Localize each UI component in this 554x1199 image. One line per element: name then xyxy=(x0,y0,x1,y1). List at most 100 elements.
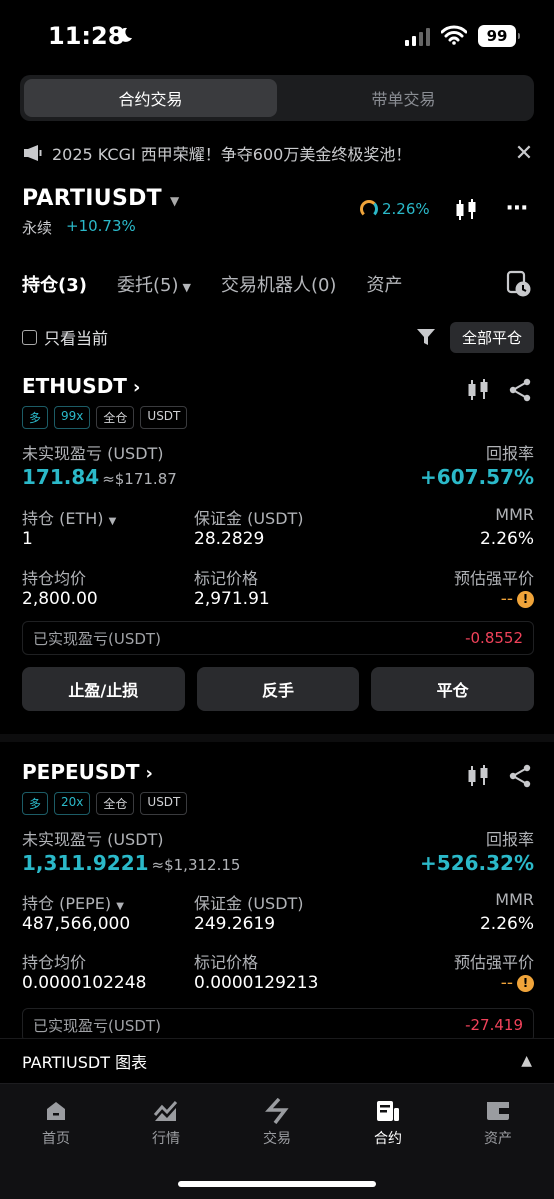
history-icon[interactable] xyxy=(506,270,532,298)
caret-up-icon[interactable]: ▲ xyxy=(521,1053,532,1069)
margin-ratio[interactable]: 2.26% xyxy=(382,200,430,218)
leverage-badge[interactable]: 99x xyxy=(54,406,91,429)
nav-market-label: 行情 xyxy=(152,1131,180,1147)
liq-price-label: 预估强平价 xyxy=(453,953,534,972)
cellular-signal-icon xyxy=(405,28,430,46)
unrealized-pnl-label: 未实现盈亏 (USDT) xyxy=(22,830,164,849)
nav-trade[interactable]: 交易 xyxy=(242,1098,312,1148)
close-icon[interactable]: ✕ xyxy=(514,141,534,166)
tab-positions[interactable]: 持仓(3) xyxy=(22,271,87,297)
unrealized-pnl-value: 1,311.9221 xyxy=(22,851,149,875)
nav-assets[interactable]: 资产 xyxy=(463,1098,533,1148)
position-icons xyxy=(466,764,532,788)
announcement-text: 2025 KCGI 西甲荣耀！争夺600万美金终极奖池！ xyxy=(52,145,412,164)
position-symbol[interactable]: ETHUSDT › xyxy=(22,374,140,398)
mark-price-label: 标记价格 xyxy=(194,953,259,972)
size-label[interactable]: 持仓 (PEPE) ▼ xyxy=(22,890,124,914)
contract-type: 永续 xyxy=(22,219,53,237)
mark-price-label: 标记价格 xyxy=(194,569,259,588)
roe-label: 回报率 xyxy=(485,444,534,463)
wifi-icon xyxy=(441,25,467,45)
reverse-button[interactable]: 反手 xyxy=(196,667,360,711)
leverage-badge[interactable]: 20x xyxy=(54,792,91,815)
tp-sl-button[interactable]: 止盈/止损 xyxy=(22,667,185,711)
size-label-text: 持仓 (ETH) xyxy=(22,509,104,528)
mark-price-value: 0.0000129213 xyxy=(194,973,319,993)
liq-price-value: -- xyxy=(500,589,513,609)
home-icon xyxy=(21,1098,91,1124)
unrealized-pnl-usd: ≈$1,312.15 xyxy=(151,856,241,874)
share-icon[interactable] xyxy=(508,378,532,402)
size-label-text: 持仓 (PEPE) xyxy=(22,894,112,913)
card-divider xyxy=(0,734,554,742)
status-bar: 11:28 99 xyxy=(0,0,554,72)
tab-futures-trading[interactable]: 合约交易 xyxy=(24,79,277,117)
only-current-label[interactable]: 只看当前 xyxy=(44,325,416,349)
chart-drawer-label: PARTIUSDT 图表 xyxy=(22,1052,148,1072)
liq-price-value: -- xyxy=(500,973,513,993)
share-icon[interactable] xyxy=(508,764,532,788)
side-badge: 多 xyxy=(22,792,49,815)
size-value: 487,566,000 xyxy=(22,914,131,934)
position-symbol[interactable]: PEPEUSDT › xyxy=(22,760,153,784)
price-change: +10.73% xyxy=(66,217,136,235)
realized-pnl-label: 已实现盈亏(USDT) xyxy=(33,629,161,648)
caret-down-icon: ▼ xyxy=(182,281,191,294)
position-symbol-label: PEPEUSDT xyxy=(22,760,140,784)
position-icons xyxy=(466,378,532,402)
tab-trading-bots[interactable]: 交易机器人(0) xyxy=(221,271,337,297)
chart-drawer-bar[interactable]: PARTIUSDT 图表 ▲ xyxy=(0,1038,554,1082)
position-badges: 多 20x 全仓 USDT xyxy=(22,792,188,815)
realized-pnl-label: 已实现盈亏(USDT) xyxy=(33,1016,161,1035)
warning-icon[interactable]: ! xyxy=(517,590,534,608)
candlestick-icon[interactable] xyxy=(454,198,478,222)
roe-value: +607.57% xyxy=(420,465,534,489)
size-value: 1 xyxy=(22,529,33,549)
entry-price-label: 持仓均价 xyxy=(22,953,87,972)
nav-trade-label: 交易 xyxy=(263,1131,291,1147)
filter-icon[interactable] xyxy=(416,327,436,347)
margin-value: 249.2619 xyxy=(194,914,276,934)
margin-mode-badge: 全仓 xyxy=(96,406,135,429)
realized-pnl-row: 已实现盈亏(USDT) -27.419 xyxy=(22,1008,534,1038)
tab-assets[interactable]: 资产 xyxy=(366,271,402,297)
position-card: ETHUSDT › 多 99x 全仓 USDT 未实现盈亏 (USDT) 回报率 … xyxy=(22,374,535,714)
unrealized-pnl-value: 171.84 xyxy=(22,465,100,489)
close-position-button[interactable]: 平仓 xyxy=(371,667,535,711)
settle-currency-badge: USDT xyxy=(140,792,188,815)
realized-pnl-row: 已实现盈亏(USDT) -0.8552 xyxy=(22,621,534,655)
nav-futures-label: 合约 xyxy=(374,1131,402,1147)
caret-down-icon[interactable]: ▼ xyxy=(170,194,179,208)
market-chart-icon xyxy=(131,1098,201,1124)
mmr-label: MMR xyxy=(495,890,534,909)
chevron-right-icon: › xyxy=(132,377,141,398)
nav-home[interactable]: 首页 xyxy=(21,1098,91,1148)
tab-orders-label: 委托(5) xyxy=(116,275,179,296)
margin-mode-badge: 全仓 xyxy=(96,792,135,815)
position-actions: 止盈/止损 反手 平仓 xyxy=(22,667,535,711)
announcement-banner[interactable]: 2025 KCGI 西甲荣耀！争夺600万美金终极奖池！ ✕ xyxy=(22,138,534,168)
candlestick-icon[interactable] xyxy=(466,378,490,402)
battery-indicator: 99 xyxy=(478,25,520,47)
margin-label: 保证金 (USDT) xyxy=(194,509,304,528)
entry-price-label: 持仓均价 xyxy=(22,569,87,588)
candlestick-icon[interactable] xyxy=(466,764,490,788)
liq-price: -- ! xyxy=(501,973,534,993)
trade-mode-switch: 合约交易 带单交易 xyxy=(20,75,534,121)
symbol-selector[interactable]: PARTIUSDT xyxy=(22,186,162,211)
home-indicator[interactable] xyxy=(178,1181,376,1187)
tab-copy-trading[interactable]: 带单交易 xyxy=(277,79,530,117)
more-icon[interactable]: ⋯ xyxy=(506,196,530,221)
mmr-value: 2.26% xyxy=(479,529,534,549)
size-label[interactable]: 持仓 (ETH) ▼ xyxy=(22,505,116,529)
close-all-button[interactable]: 全部平仓 xyxy=(449,321,534,353)
status-time: 11:28 xyxy=(48,22,125,50)
tab-orders[interactable]: 委托(5) ▼ xyxy=(117,271,191,297)
nav-home-label: 首页 xyxy=(42,1131,70,1147)
only-current-checkbox[interactable] xyxy=(22,329,37,345)
nav-futures[interactable]: 合约 xyxy=(353,1098,423,1148)
entry-price-value: 2,800.00 xyxy=(22,589,98,609)
futures-icon xyxy=(353,1098,423,1124)
nav-market[interactable]: 行情 xyxy=(131,1098,201,1148)
warning-icon[interactable]: ! xyxy=(517,974,534,992)
